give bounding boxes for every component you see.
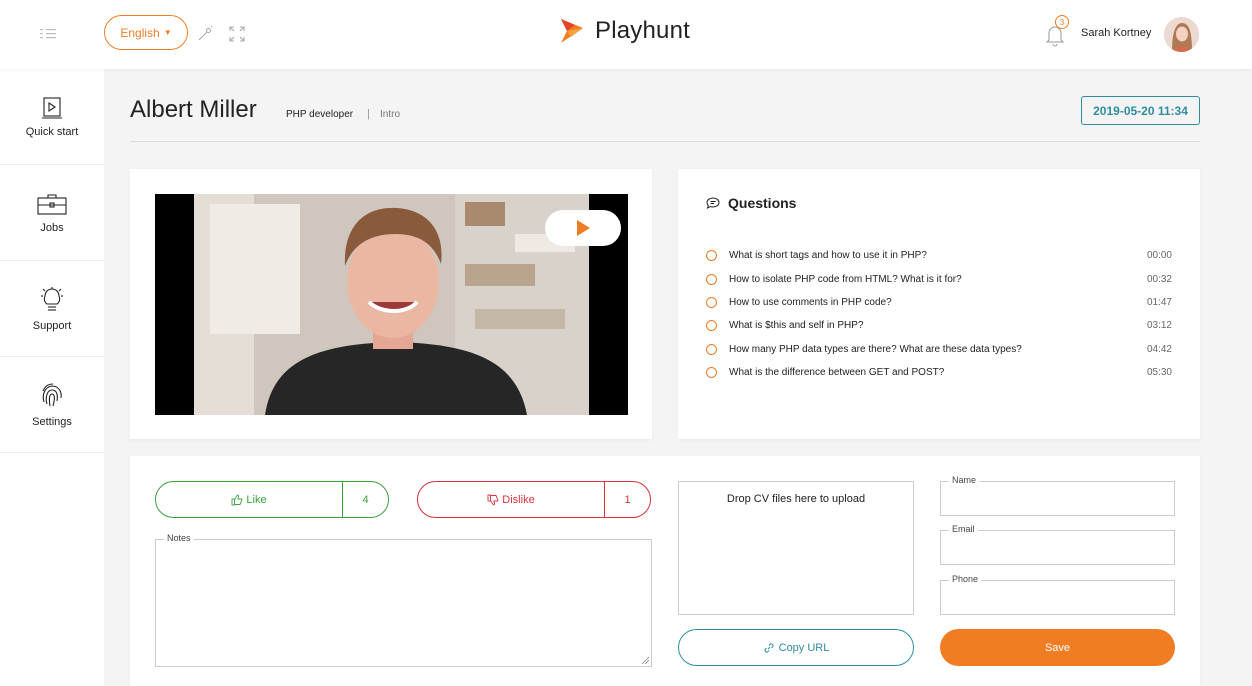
phone-field[interactable]: Phone bbox=[940, 574, 1175, 615]
play-button[interactable] bbox=[545, 210, 621, 246]
save-button[interactable]: Save bbox=[940, 629, 1175, 666]
thumbs-up-icon bbox=[231, 494, 243, 505]
evaluation-card: Like 4 Dislike 1 Notes Drop CV files her… bbox=[130, 456, 1200, 686]
questions-heading: Questions bbox=[706, 195, 796, 211]
candidate-role: PHP developer bbox=[286, 109, 354, 120]
sidebar: Quick start Jobs Support Settings bbox=[0, 69, 104, 686]
like-main[interactable]: Like bbox=[156, 482, 342, 517]
question-item[interactable]: What is $this and self in PHP? 03:12 bbox=[706, 314, 1172, 337]
question-text: How to use comments in PHP code? bbox=[729, 296, 892, 308]
cv-dropzone[interactable]: Drop CV files here to upload bbox=[678, 481, 914, 615]
radio-circle-icon bbox=[706, 296, 717, 308]
questions-title: Questions bbox=[728, 195, 797, 211]
questions-card: Questions What is short tags and how to … bbox=[678, 169, 1200, 439]
phone-input[interactable] bbox=[941, 581, 1174, 614]
brand-logo[interactable]: Playhunt bbox=[557, 17, 690, 45]
name-field[interactable]: Name bbox=[940, 475, 1175, 516]
divider bbox=[130, 141, 1200, 142]
question-text: What is short tags and how to use it in … bbox=[729, 250, 927, 262]
fullscreen-icon[interactable] bbox=[228, 25, 246, 43]
email-input[interactable] bbox=[941, 531, 1174, 564]
question-text: What is $this and self in PHP? bbox=[729, 320, 864, 332]
dislike-count: 1 bbox=[604, 482, 650, 517]
question-text: How to isolate PHP code from HTML? What … bbox=[729, 273, 962, 285]
name-input[interactable] bbox=[941, 482, 1174, 515]
question-text: How many PHP data types are there? What … bbox=[729, 343, 1022, 355]
fingerprint-icon bbox=[42, 382, 62, 406]
candidate-stage: Intro bbox=[380, 109, 401, 120]
question-timestamp[interactable]: 01:47 bbox=[1147, 297, 1172, 308]
interview-date-badge: 2019-05-20 11:34 bbox=[1081, 96, 1200, 125]
question-item[interactable]: What is short tags and how to use it in … bbox=[706, 244, 1172, 267]
questions-list: What is short tags and how to use it in … bbox=[706, 244, 1172, 384]
radio-circle-icon bbox=[706, 343, 717, 355]
dislike-button[interactable]: Dislike 1 bbox=[417, 481, 651, 518]
copy-url-label: Copy URL bbox=[778, 641, 830, 654]
user-name[interactable]: Sarah Kortney bbox=[1081, 27, 1151, 39]
briefcase-icon bbox=[37, 193, 67, 215]
playhunt-logo-icon bbox=[561, 19, 583, 43]
question-timestamp[interactable]: 04:42 bbox=[1147, 344, 1172, 355]
question-timestamp[interactable]: 00:00 bbox=[1147, 250, 1172, 261]
caret-down-icon: ▼ bbox=[163, 28, 172, 37]
avatar[interactable] bbox=[1164, 17, 1199, 52]
lightbulb-icon bbox=[41, 286, 63, 311]
question-timestamp[interactable]: 05:30 bbox=[1147, 367, 1172, 378]
notes-textarea[interactable] bbox=[156, 540, 651, 666]
candidate-name: Albert Miller bbox=[130, 96, 257, 123]
sidebar-item-settings[interactable]: Settings bbox=[0, 357, 104, 453]
question-item[interactable]: How to use comments in PHP code? 01:47 bbox=[706, 291, 1172, 314]
sidebar-item-quick-start[interactable]: Quick start bbox=[0, 69, 104, 165]
separator: | bbox=[367, 108, 370, 120]
brand-name: Playhunt bbox=[595, 17, 690, 44]
menu-toggle-icon[interactable] bbox=[40, 26, 62, 42]
dropzone-text: Drop CV files here to upload bbox=[726, 493, 866, 505]
copy-url-button[interactable]: Copy URL bbox=[678, 629, 914, 666]
video-player[interactable] bbox=[155, 194, 628, 415]
question-item[interactable]: What is the difference between GET and P… bbox=[706, 361, 1172, 384]
sidebar-item-label: Jobs bbox=[40, 221, 64, 234]
dislike-main[interactable]: Dislike bbox=[418, 482, 604, 517]
sidebar-item-support[interactable]: Support bbox=[0, 261, 104, 357]
sidebar-item-label: Quick start bbox=[25, 125, 79, 138]
notification-badge: 3 bbox=[1055, 15, 1069, 29]
sidebar-item-label: Support bbox=[32, 319, 72, 332]
radio-circle-icon bbox=[706, 250, 717, 262]
sidebar-item-jobs[interactable]: Jobs bbox=[0, 165, 104, 261]
magic-wand-icon[interactable] bbox=[196, 25, 214, 43]
language-select[interactable]: English ▼ bbox=[104, 15, 188, 50]
video-card bbox=[130, 169, 652, 439]
question-item[interactable]: How many PHP data types are there? What … bbox=[706, 338, 1172, 361]
radio-circle-icon bbox=[706, 320, 717, 332]
like-label: Like bbox=[246, 493, 267, 506]
radio-circle-icon bbox=[706, 367, 717, 379]
language-label: English bbox=[120, 25, 160, 40]
question-timestamp[interactable]: 03:12 bbox=[1147, 320, 1172, 331]
play-triangle-icon bbox=[577, 220, 590, 236]
like-button[interactable]: Like 4 bbox=[155, 481, 389, 518]
chat-bubble-icon bbox=[706, 197, 720, 210]
play-icon bbox=[42, 96, 62, 119]
bell-icon[interactable]: 3 bbox=[1044, 15, 1070, 47]
link-icon bbox=[764, 642, 774, 653]
dislike-label: Dislike bbox=[502, 493, 535, 506]
question-timestamp[interactable]: 00:32 bbox=[1147, 274, 1172, 285]
email-field[interactable]: Email bbox=[940, 524, 1175, 565]
like-count: 4 bbox=[342, 482, 388, 517]
notes-field[interactable]: Notes bbox=[155, 533, 652, 667]
question-text: What is the difference between GET and P… bbox=[729, 367, 945, 379]
top-bar: English ▼ Playhunt 3 Sarah Kortney bbox=[0, 0, 1252, 69]
sidebar-item-label: Settings bbox=[32, 415, 72, 428]
resize-grip-icon[interactable] bbox=[641, 656, 649, 664]
radio-circle-icon bbox=[706, 273, 717, 285]
question-item[interactable]: How to isolate PHP code from HTML? What … bbox=[706, 267, 1172, 290]
thumbs-down-icon bbox=[487, 494, 499, 505]
